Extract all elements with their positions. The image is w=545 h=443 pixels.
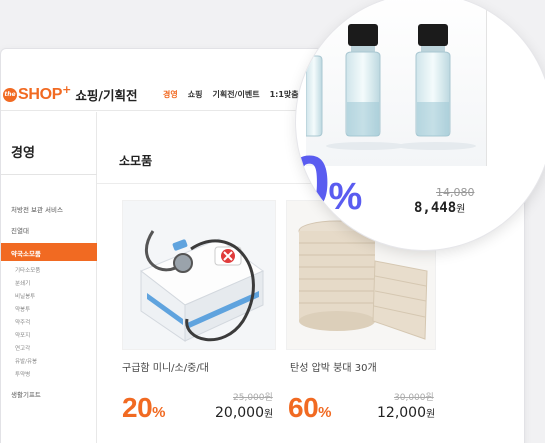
sale-price: 20,000원 <box>215 405 274 421</box>
sidebar-item-gifts[interactable]: 생활기프트 <box>11 389 41 399</box>
first-aid-box-illustration <box>123 201 275 349</box>
magnified-discount-rate: 60% <box>296 141 363 226</box>
sidebar-subitem[interactable]: 투약병 <box>15 370 30 378</box>
sidebar-subitem[interactable]: 약봉투 <box>15 305 30 313</box>
magnifier-divider <box>486 0 487 166</box>
nav-item-management[interactable]: 경영 <box>163 89 178 100</box>
sidebar-item-prescription[interactable]: 처방전 보관 서비스 <box>11 204 63 214</box>
vials-illustration <box>305 24 476 150</box>
sidebar-item-display[interactable]: 진열대 <box>11 225 29 235</box>
sidebar-divider <box>1 174 97 175</box>
discount-rate: 20% <box>122 392 165 423</box>
logo-text: SHOP <box>18 85 63 103</box>
product-image-first-aid-box[interactable] <box>122 200 276 350</box>
nav-item-custom[interactable]: 1:1맞춤 <box>270 89 299 100</box>
sidebar-subitem[interactable]: 비닐봉투 <box>15 292 35 300</box>
product-name[interactable]: 탄성 압박 붕대 30개 <box>290 359 377 374</box>
sale-price: 12,000원 <box>377 405 436 421</box>
magnified-sale-price: 8,448원 <box>414 200 466 216</box>
magnifier-lens: 60% 14,080 8,448원 <box>296 0 545 250</box>
nav-item-shopping[interactable]: 쇼핑 <box>188 89 203 100</box>
sidebar-subitem[interactable]: 연고각 <box>15 344 30 352</box>
sidebar-subitem[interactable]: 분쇄기 <box>15 279 30 287</box>
logo-badge: the <box>3 87 17 102</box>
section-title: 소모품 <box>119 154 153 168</box>
sidebar-title: 경영 <box>11 146 35 161</box>
sidebar-subitem[interactable]: 약주걱 <box>15 318 30 326</box>
sidebar-subitem[interactable]: 유발/유봉 <box>15 357 37 365</box>
product-name[interactable]: 구급함 미니/소/중/대 <box>122 359 209 374</box>
magnified-original-price: 14,080 <box>436 186 475 199</box>
logo-subtitle: 쇼핑/기획전 <box>75 88 138 103</box>
main-nav: 경영 쇼핑 기획전/이벤트 1:1맞춤 <box>163 89 299 100</box>
nav-item-events[interactable]: 기획전/이벤트 <box>212 89 259 100</box>
magnified-product-image <box>305 0 486 166</box>
sidebar: 경영 처방전 보관 서비스 진열대 약국소모품 기타소모품 분쇄기 비닐봉투 약… <box>1 112 97 443</box>
site-logo[interactable]: the SHOP + 쇼핑/기획전 <box>3 83 138 104</box>
sidebar-subitem[interactable]: 기타소모품 <box>15 266 40 274</box>
sidebar-item-supplies[interactable]: 약국소모품 <box>1 243 97 261</box>
original-price: 30,000원 <box>394 393 434 403</box>
sidebar-subitem[interactable]: 약포지 <box>15 331 30 339</box>
logo-plus: + <box>62 83 72 96</box>
original-price: 25,000원 <box>233 393 273 403</box>
discount-rate: 60% <box>288 392 331 423</box>
sidebar-item-label: 약국소모품 <box>11 250 41 258</box>
